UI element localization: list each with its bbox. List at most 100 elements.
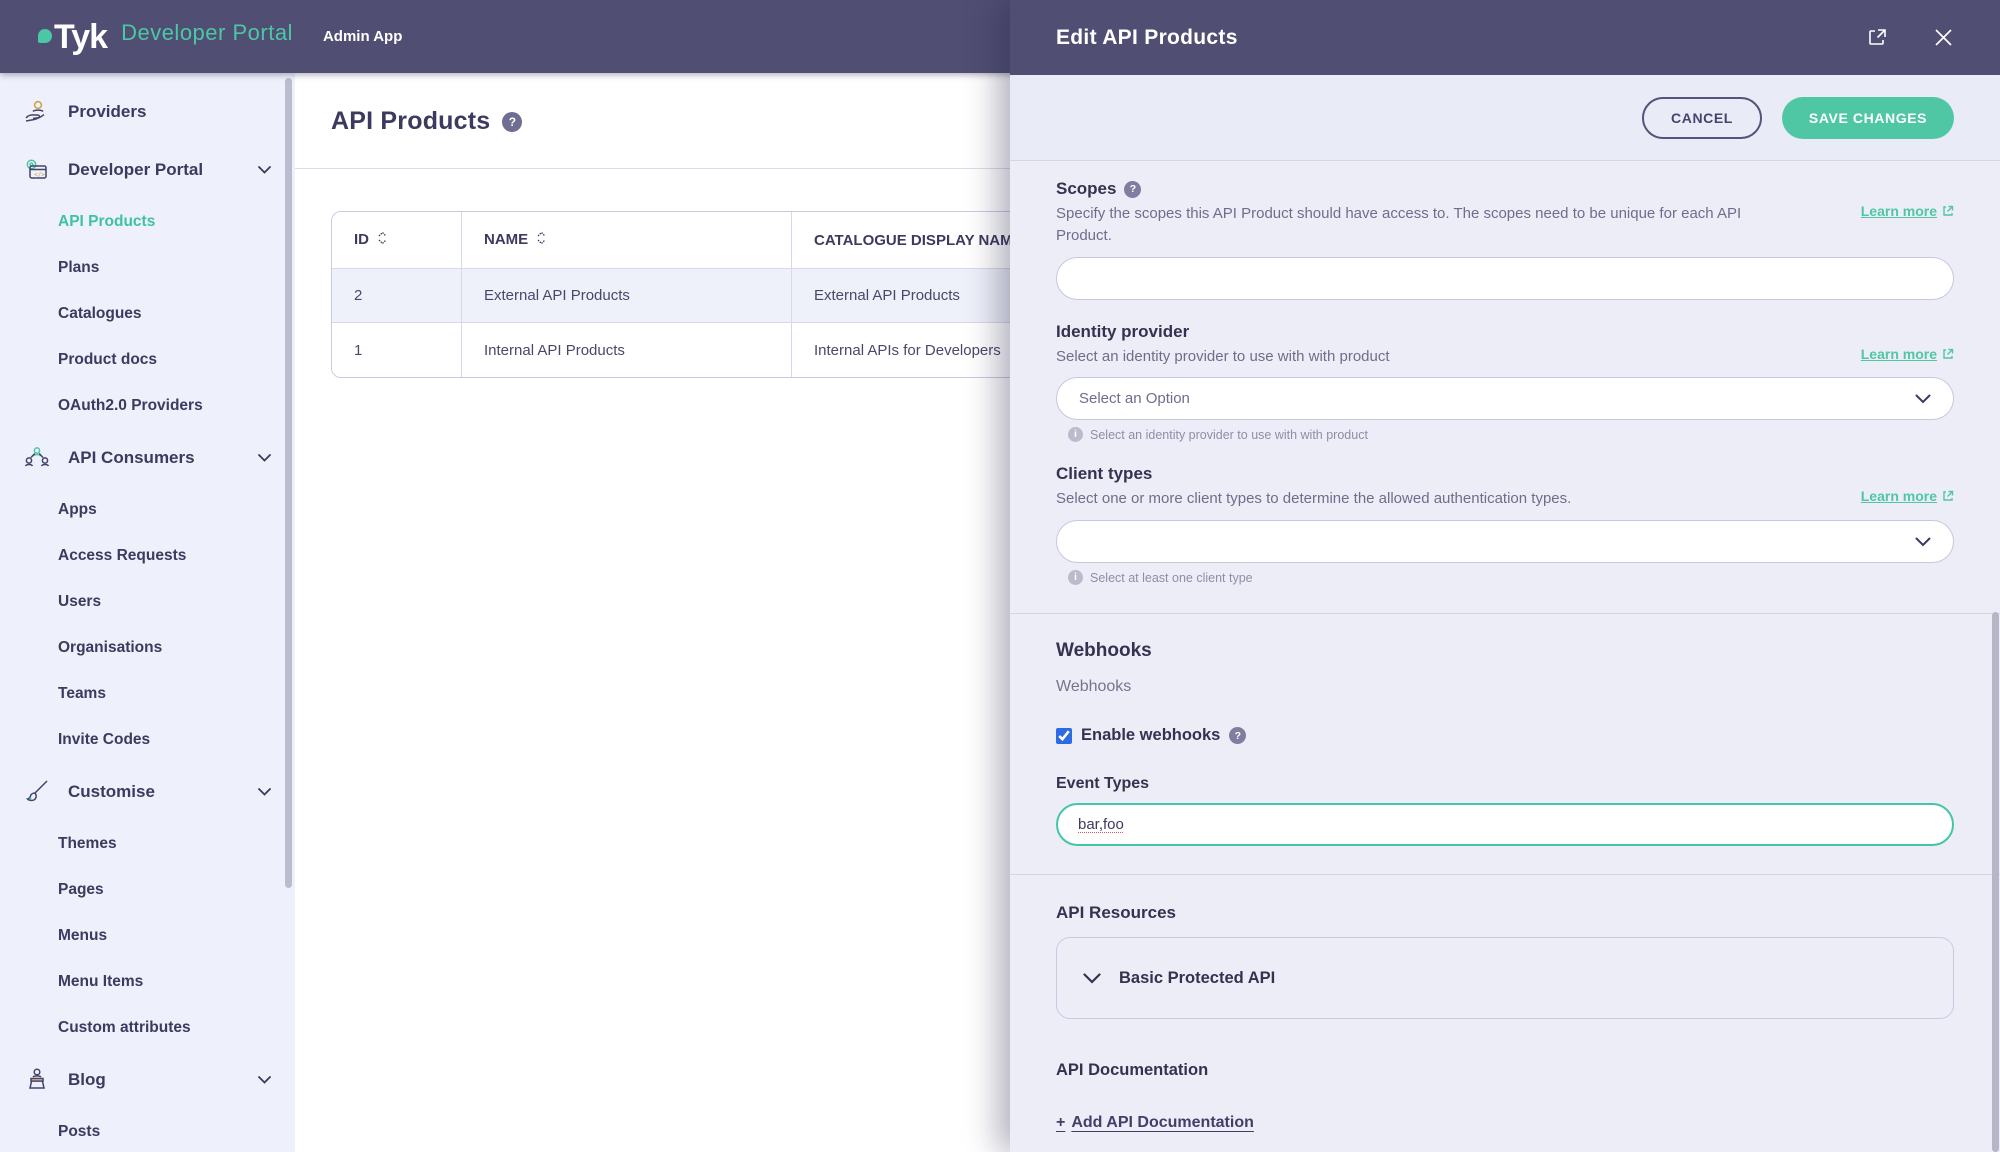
sidebar-section-label: Customise xyxy=(68,782,155,802)
sidebar-item-menus[interactable]: Menus xyxy=(0,913,295,959)
edit-api-products-drawer: Edit API Products CANCEL SAVE CHANGES Sc… xyxy=(1010,0,2000,1152)
sidebar-section-label: Blog xyxy=(68,1070,106,1090)
customise-icon xyxy=(22,777,52,807)
identity-provider-hint: Select an identity provider to use with … xyxy=(1090,428,1368,442)
chevron-down-icon xyxy=(258,788,271,796)
drawer-body: Scopes ? Specify the scopes this API Pro… xyxy=(1010,161,2000,1152)
logo-product-label: Developer Portal xyxy=(121,20,293,46)
sidebar-item-oauth2-0-providers[interactable]: OAuth2.0 Providers xyxy=(0,383,295,429)
identity-provider-label: Identity provider xyxy=(1056,322,1189,342)
logo-text: Tyk xyxy=(54,20,107,54)
identity-provider-description: Select an identity provider to use with … xyxy=(1056,346,1390,368)
svg-text:</>: </> xyxy=(34,172,45,179)
sidebar-item-organisations[interactable]: Organisations xyxy=(0,625,295,671)
sidebar-nav: Providers </> Developer Portal API Products… xyxy=(0,83,295,1152)
client-types-hint: Select at least one client type xyxy=(1090,571,1253,585)
identity-provider-select[interactable]: Select an Option xyxy=(1056,377,1954,420)
sidebar-section-blog[interactable]: Blog xyxy=(0,1051,295,1109)
sidebar-item-apps[interactable]: Apps xyxy=(0,487,295,533)
close-icon[interactable] xyxy=(1932,27,1954,49)
chevron-down-icon xyxy=(1915,537,1931,547)
identity-provider-selected-value: Select an Option xyxy=(1079,390,1190,407)
webhooks-heading: Webhooks xyxy=(1056,640,1954,662)
sidebar: Providers </> Developer Portal API Products… xyxy=(0,73,295,1152)
scopes-description: Specify the scopes this API Product shou… xyxy=(1056,203,1786,247)
drawer-title: Edit API Products xyxy=(1056,26,1238,50)
chevron-down-icon xyxy=(1083,973,1101,984)
client-types-select[interactable] xyxy=(1056,520,1954,563)
cancel-button[interactable]: CANCEL xyxy=(1642,97,1762,139)
drawer-header: Edit API Products xyxy=(1010,0,2000,75)
column-header-id[interactable]: ID xyxy=(332,212,462,269)
sidebar-section-label: Providers xyxy=(68,102,146,122)
sidebar-section-developer-portal[interactable]: </> Developer Portal xyxy=(0,141,295,199)
chevron-down-icon xyxy=(1915,394,1931,404)
sidebar-scrollbar[interactable] xyxy=(285,78,292,888)
sidebar-item-api-products[interactable]: API Products xyxy=(0,199,295,245)
sidebar-item-posts[interactable]: Posts xyxy=(0,1109,295,1152)
sidebar-item-pages[interactable]: Pages xyxy=(0,867,295,913)
cell-name: External API Products xyxy=(462,269,792,323)
sidebar-item-teams[interactable]: Teams xyxy=(0,671,295,717)
drawer-scrollbar[interactable] xyxy=(1992,612,1999,1152)
scopes-label: Scopes xyxy=(1056,179,1116,199)
enable-webhooks-label[interactable]: Enable webhooks xyxy=(1081,726,1220,745)
external-link-icon xyxy=(1942,490,1954,502)
identity-learn-more-link[interactable]: Learn more xyxy=(1861,346,1954,362)
plus-icon: + xyxy=(1056,1114,1065,1132)
sidebar-section-label: Developer Portal xyxy=(68,160,203,180)
column-header-name[interactable]: NAME xyxy=(462,212,792,269)
sidebar-section-providers[interactable]: Providers xyxy=(0,83,295,141)
scopes-input[interactable] xyxy=(1056,257,1954,300)
api-resource-accordion[interactable]: Basic Protected API xyxy=(1056,937,1954,1019)
sidebar-item-product-docs[interactable]: Product docs xyxy=(0,337,295,383)
sidebar-section-label: API Consumers xyxy=(68,448,195,468)
drawer-actions-bar: CANCEL SAVE CHANGES xyxy=(1010,75,2000,161)
api-consumers-icon xyxy=(22,443,52,473)
sidebar-item-catalogues[interactable]: Catalogues xyxy=(0,291,295,337)
tyk-leaf-icon xyxy=(38,29,52,43)
event-types-label: Event Types xyxy=(1056,775,1954,793)
sidebar-item-menu-items[interactable]: Menu Items xyxy=(0,959,295,1005)
chevron-down-icon xyxy=(258,454,271,462)
sort-icon[interactable] xyxy=(536,230,547,250)
open-in-new-window-icon[interactable] xyxy=(1866,27,1888,49)
external-link-icon xyxy=(1942,348,1954,360)
tyk-logo[interactable]: Tyk Developer Portal xyxy=(38,20,293,54)
info-icon: i xyxy=(1068,570,1083,585)
page-help-icon[interactable]: ? xyxy=(502,112,522,132)
scopes-input-field[interactable] xyxy=(1077,270,1933,287)
client-types-label: Client types xyxy=(1056,464,1152,484)
scopes-learn-more-link[interactable]: Learn more xyxy=(1861,203,1954,219)
add-api-documentation-link[interactable]: + Add API Documentation xyxy=(1056,1114,1254,1132)
external-link-icon xyxy=(1942,205,1954,217)
blog-icon xyxy=(22,1065,52,1095)
sidebar-item-custom-attributes[interactable]: Custom attributes xyxy=(0,1005,295,1051)
chevron-down-icon xyxy=(258,1076,271,1084)
sidebar-item-access-requests[interactable]: Access Requests xyxy=(0,533,295,579)
webhooks-help-icon[interactable]: ? xyxy=(1229,727,1246,744)
scopes-help-icon[interactable]: ? xyxy=(1124,181,1141,198)
sidebar-item-users[interactable]: Users xyxy=(0,579,295,625)
sidebar-section-api-consumers[interactable]: API Consumers xyxy=(0,429,295,487)
sidebar-section-customise[interactable]: Customise xyxy=(0,763,295,821)
info-icon: i xyxy=(1068,427,1083,442)
developer-portal-icon: </> xyxy=(22,155,52,185)
api-documentation-heading: API Documentation xyxy=(1056,1061,1954,1080)
enable-webhooks-checkbox[interactable] xyxy=(1056,728,1072,744)
client-types-description: Select one or more client types to deter… xyxy=(1056,488,1571,510)
sidebar-item-plans[interactable]: Plans xyxy=(0,245,295,291)
divider xyxy=(1010,874,2000,875)
event-types-input[interactable]: bar,foo xyxy=(1056,803,1954,846)
admin-app-label: Admin App xyxy=(323,28,402,45)
api-resources-heading: API Resources xyxy=(1056,903,1954,923)
client-types-learn-more-link[interactable]: Learn more xyxy=(1861,488,1954,504)
cell-id: 2 xyxy=(332,269,462,323)
webhooks-subheading: Webhooks xyxy=(1056,678,1954,696)
save-changes-button[interactable]: SAVE CHANGES xyxy=(1782,97,1954,139)
sort-icon[interactable] xyxy=(377,230,388,250)
sidebar-item-themes[interactable]: Themes xyxy=(0,821,295,867)
cell-name: Internal API Products xyxy=(462,323,792,377)
sidebar-item-invite-codes[interactable]: Invite Codes xyxy=(0,717,295,763)
event-types-value[interactable]: bar,foo xyxy=(1078,816,1124,833)
